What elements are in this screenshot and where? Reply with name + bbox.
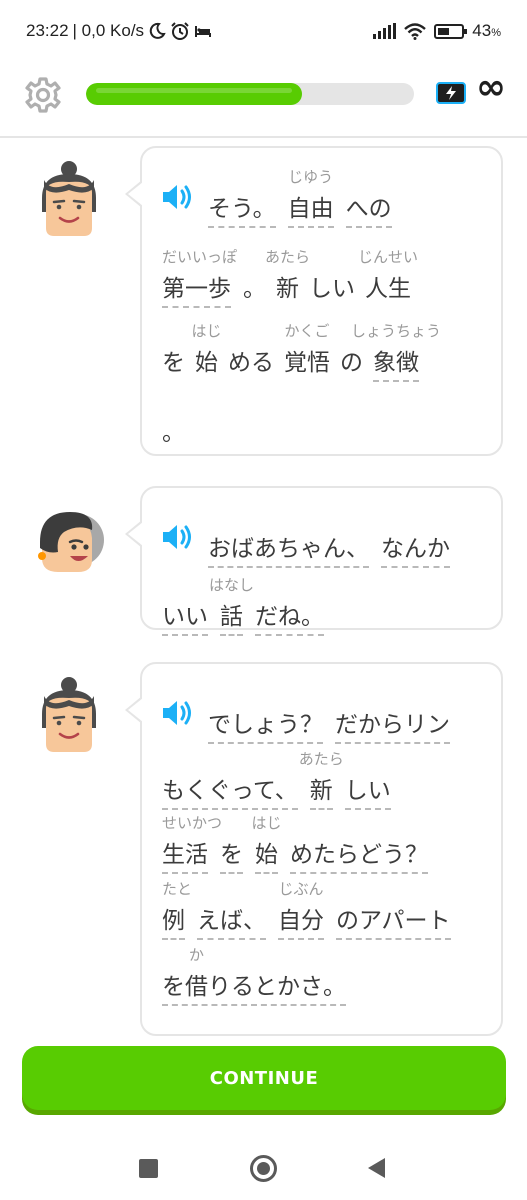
word-token[interactable]: の	[340, 348, 363, 382]
word-token[interactable]: 覚悟	[284, 348, 330, 382]
furigana-reading: たと	[162, 880, 193, 898]
battery-percent-unit: %	[491, 27, 501, 39]
furigana-reading: あたら	[264, 248, 310, 266]
furigana-reading: はなし	[208, 576, 254, 594]
word-token[interactable]: おばあちゃん、	[208, 534, 369, 568]
hearts-infinity: ∞	[476, 67, 506, 108]
alarm-icon	[171, 22, 189, 40]
home-icon[interactable]	[250, 1155, 277, 1182]
furigana-reading: あたら	[298, 750, 344, 768]
chat-message: そう。 自由 じゆう への 第一歩 だいいっぽ。新あたら しい 人生 じんせいを始はじ める 覚悟か…	[0, 146, 527, 456]
word-token[interactable]: なんか	[381, 534, 450, 568]
word-token[interactable]: 話	[220, 602, 243, 636]
message-line: 第一歩 だいいっぽ。新 あたらしい 人生 じんせい	[162, 236, 485, 314]
back-icon[interactable]	[368, 1158, 385, 1178]
furigana-reading: はじ	[251, 814, 282, 832]
lesson-progress-fill	[86, 83, 303, 105]
grandson-avatar	[38, 512, 104, 572]
furigana-reading: だいいっぽ	[162, 248, 238, 266]
battery-percent: 43	[472, 21, 492, 40]
word-token[interactable]: 人生	[365, 274, 411, 308]
word-token[interactable]: 第一歩	[162, 274, 231, 308]
message-line: 。	[162, 380, 485, 458]
message-line: おばあちゃん、 なんか	[162, 496, 485, 574]
status-bar: 23:22 | 0,0 Ko/s 43%	[0, 0, 527, 64]
furigana-reading: しょうちょう	[350, 322, 441, 340]
android-nav-bar	[0, 1140, 527, 1200]
gear-icon[interactable]	[24, 76, 62, 114]
word-token[interactable]: そう。	[208, 194, 276, 228]
furigana-reading: せいかつ	[162, 814, 223, 832]
word-token[interactable]: 。	[243, 274, 266, 308]
word-token[interactable]: 象徴	[373, 348, 419, 382]
word-token[interactable]: める	[228, 348, 274, 382]
word-token[interactable]: を	[162, 348, 185, 382]
word-token[interactable]: を借りるとかさ。	[162, 972, 346, 1006]
furigana-reading: じぶん	[278, 880, 324, 898]
message-line: いい話 はなし だね。	[162, 564, 485, 642]
chat-message: おばあちゃん、 なんかいい話 はなし だね。	[0, 486, 527, 636]
wifi-icon	[404, 22, 427, 40]
word-token[interactable]: 自由	[287, 194, 334, 228]
word-token[interactable]: 。	[162, 418, 185, 452]
word-token[interactable]: 始	[195, 348, 218, 382]
word-token[interactable]: いい	[162, 602, 208, 636]
word-token[interactable]: への	[345, 194, 392, 228]
status-time: 23:22	[26, 21, 69, 40]
woman-avatar	[42, 161, 96, 236]
bed-icon	[195, 26, 212, 37]
speech-bubble: おばあちゃん、 なんかいい話 はなし だね。	[125, 486, 503, 636]
lesson-progress-bar	[86, 83, 414, 105]
furigana-reading: かくご	[284, 322, 330, 340]
furigana-reading: はじ	[191, 322, 222, 340]
woman-avatar	[42, 677, 96, 752]
furigana-reading: じんせい	[357, 248, 418, 266]
battery-icon	[434, 23, 468, 39]
speech-bubble: でしょう？ だからリン もくぐって、新あたら しい 生活 せいかつを始はじ めたらどう？例た…	[125, 662, 503, 1036]
energy-icon[interactable]	[436, 82, 466, 104]
status-network-speed: | 0,0 Ko/s	[72, 21, 145, 40]
message-line: を借りるとかさ。 か	[162, 934, 485, 1012]
word-token[interactable]: しい	[309, 274, 355, 308]
word-token[interactable]: 新	[276, 274, 299, 308]
message-line: そう。 自由 じゆう への	[162, 156, 485, 234]
moon-icon	[149, 22, 166, 39]
furigana-reading: か	[188, 946, 204, 964]
word-token[interactable]: だね。	[255, 602, 324, 636]
lesson-header: ∞	[0, 64, 527, 138]
recents-icon[interactable]	[139, 1159, 158, 1178]
chat-message: でしょう？ だからリン もくぐって、新あたら しい 生活 せいかつを始はじ めたらどう？例た…	[0, 662, 527, 1036]
continue-button[interactable]: CONTINUE	[22, 1046, 506, 1110]
message-line: を始 はじ める 覚悟 かくごの象徴 しょうちょう	[162, 310, 485, 388]
speech-bubble: そう。 自由 じゆう への 第一歩 だいいっぽ。新あたら しい 人生 じんせいを始はじ める 覚悟か…	[125, 146, 503, 458]
signal-icon	[373, 23, 397, 39]
furigana-reading: じゆう	[288, 168, 334, 186]
